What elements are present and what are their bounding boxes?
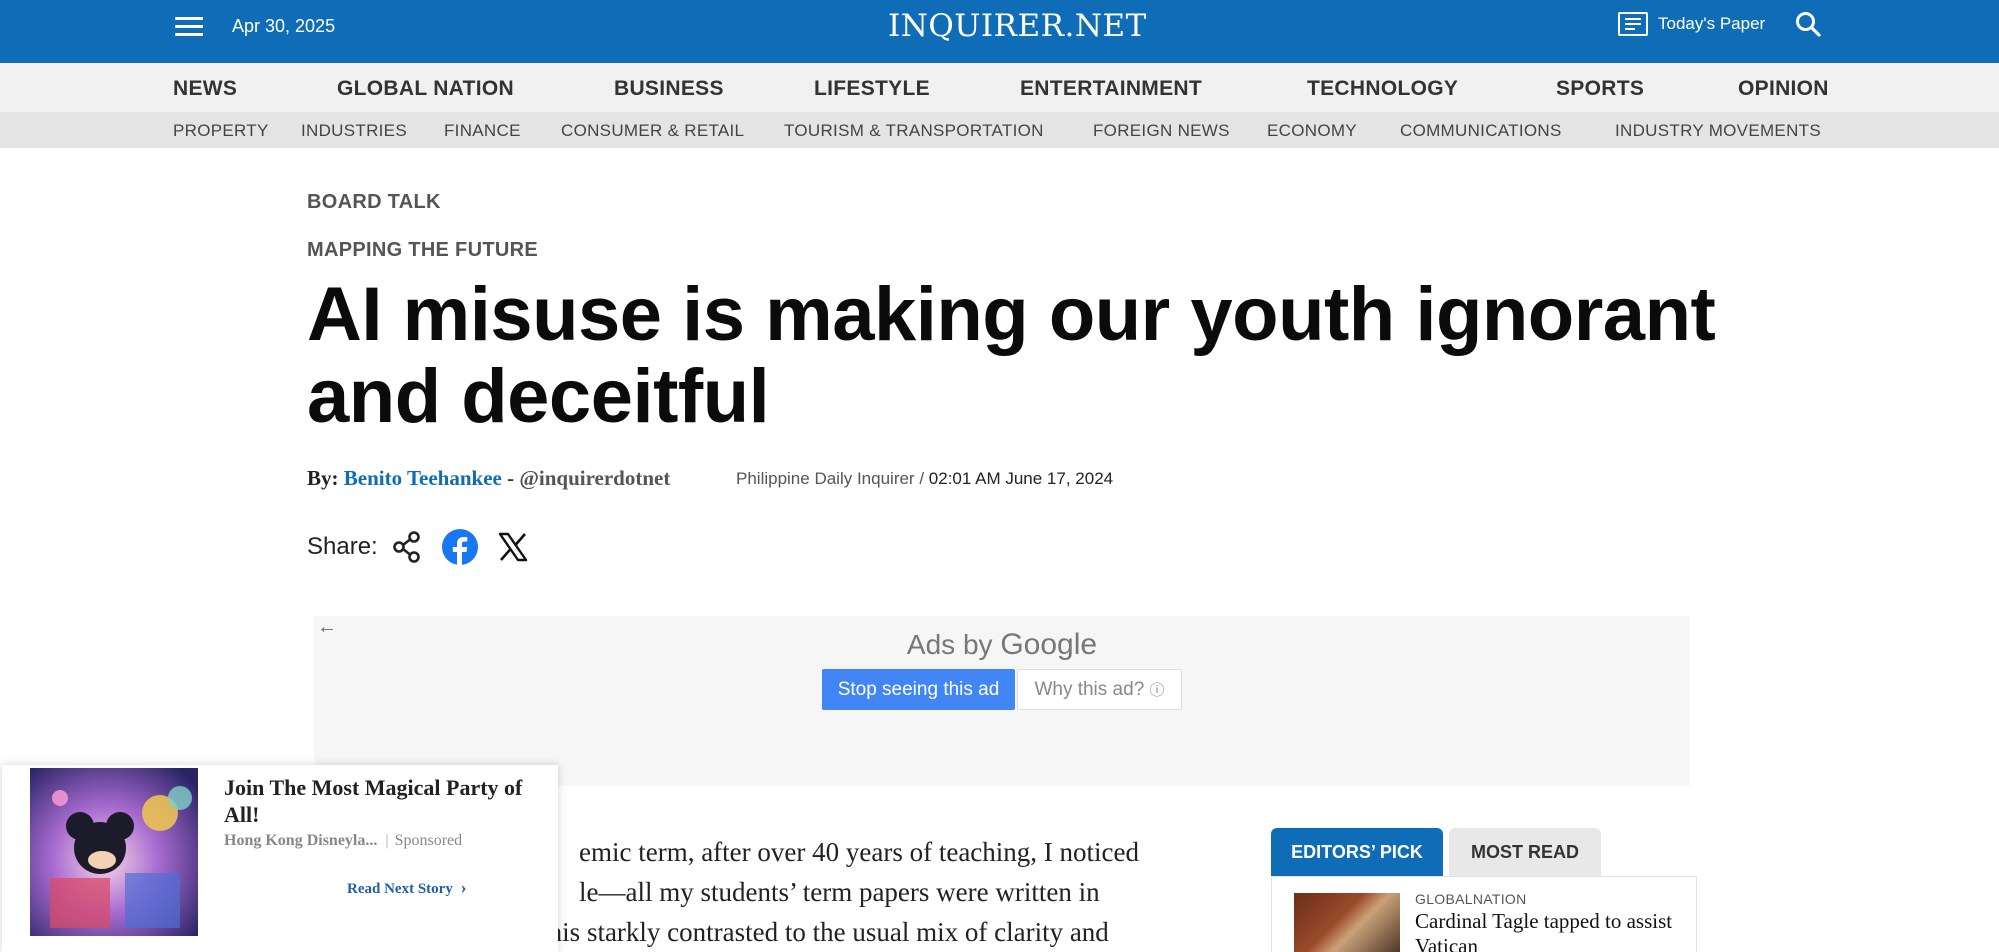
promo-sponsored-label: Sponsored [394,832,463,849]
why-this-ad-label: Why this ad? [1034,679,1145,700]
subnav-industry-movements[interactable]: INDUSTRY MOVEMENTS [1615,121,1821,141]
subnav-communications[interactable]: COMMUNICATIONS [1400,121,1562,141]
editors-pick-list: GLOBALNATION Cardinal Tagle tapped to as… [1271,876,1697,952]
publication-info: Philippine Daily Inquirer / 02:01 AM Jun… [736,469,1113,489]
subnav-industries[interactable]: INDUSTRIES [301,121,407,141]
newspaper-icon [1618,12,1648,36]
menu-icon[interactable] [175,17,203,39]
subnav-consumer-retail[interactable]: CONSUMER & RETAIL [561,121,744,141]
publish-timestamp: 02:01 AM June 17, 2024 [928,469,1114,488]
todays-paper-label: Today's Paper [1658,14,1766,33]
promo-image[interactable] [30,768,198,936]
publication-name: Philippine Daily Inquirer [736,469,915,488]
share-bar: Share: [307,529,548,565]
site-logo[interactable]: INQUIRER.NET [888,8,1147,44]
header-date: Apr 30, 2025 [232,16,336,36]
nav-opinion[interactable]: OPINION [1738,77,1829,101]
nav-entertainment[interactable]: ENTERTAINMENT [1020,77,1202,101]
promo-title[interactable]: Join The Most Magical Party of All! [224,774,524,828]
todays-paper-link[interactable]: Today's Paper [1618,12,1765,36]
tab-most-read[interactable]: MOST READ [1449,828,1601,876]
author-link[interactable]: Benito Teehankee [344,466,502,490]
sponsored-promo-card[interactable]: Join The Most Magical Party of All! Hong… [2,765,558,952]
story-thumbnail[interactable] [1294,893,1400,952]
section-label[interactable]: BOARD TALK [307,191,441,214]
facebook-icon[interactable] [441,529,478,565]
nav-global-nation[interactable]: GLOBAL NATION [337,77,514,101]
google-ad-slot: ← Ads by Google Stop seeing this ad Why … [314,616,1690,786]
top-bar: Apr 30, 2025 INQUIRER.NET Today's Paper [0,0,1999,63]
ads-by-label: Ads by [906,629,993,660]
promo-advertiser: Hong Kong Disneyla... [224,832,378,849]
story-category[interactable]: GLOBALNATION [1415,891,1526,907]
story-title[interactable]: Cardinal Tagle tapped to assist Vatican [1415,909,1685,952]
why-this-ad-button[interactable]: Why this ad? ⓘ [1017,669,1182,710]
article-headline: AI misuse is making our youth ignorant a… [307,272,1716,439]
share-icon[interactable] [392,531,422,563]
x-icon[interactable] [498,532,528,562]
stop-seeing-ad-button[interactable]: Stop seeing this ad [822,669,1015,710]
publication-separator: / [919,469,925,488]
chevron-right-icon: › [460,877,467,897]
promo-source: Hong Kong Disneyla... | Sponsored [224,832,462,850]
ads-by-google: Ads by Google [314,628,1690,662]
search-icon[interactable] [1795,11,1821,37]
subnav-foreign-news[interactable]: FOREIGN NEWS [1093,121,1230,141]
subnav-finance[interactable]: FINANCE [444,121,521,141]
google-wordmark: Google [1000,628,1098,661]
promo-separator: | [385,832,389,849]
nav-technology[interactable]: TECHNOLOGY [1307,77,1458,101]
subnav-property[interactable]: PROPERTY [173,121,269,141]
sub-nav: PROPERTY INDUSTRIES FINANCE CONSUMER & R… [0,112,1999,148]
tab-editors-pick[interactable]: EDITORS’ PICK [1271,828,1443,876]
main-nav: NEWS GLOBAL NATION BUSINESS LIFESTYLE EN… [0,63,1999,112]
read-next-story-label: Read Next Story [347,881,453,897]
read-next-story-link[interactable]: Read Next Story › [347,877,467,898]
subnav-economy[interactable]: ECONOMY [1267,121,1357,141]
byline: By: Benito Teehankee - @inquirerdotnet [307,466,670,491]
nav-news[interactable]: NEWS [173,77,237,101]
column-label[interactable]: MAPPING THE FUTURE [307,239,538,262]
subnav-tourism-transportation[interactable]: TOURISM & TRANSPORTATION [784,121,1044,141]
nav-lifestyle[interactable]: LIFESTYLE [814,77,930,101]
info-icon: ⓘ [1149,682,1165,699]
nav-sports[interactable]: SPORTS [1556,77,1644,101]
byline-label: By: [307,466,339,490]
nav-business[interactable]: BUSINESS [614,77,724,101]
author-handle[interactable]: @inquirerdotnet [519,466,670,490]
byline-dash: - [507,466,515,490]
share-label: Share: [307,533,378,560]
